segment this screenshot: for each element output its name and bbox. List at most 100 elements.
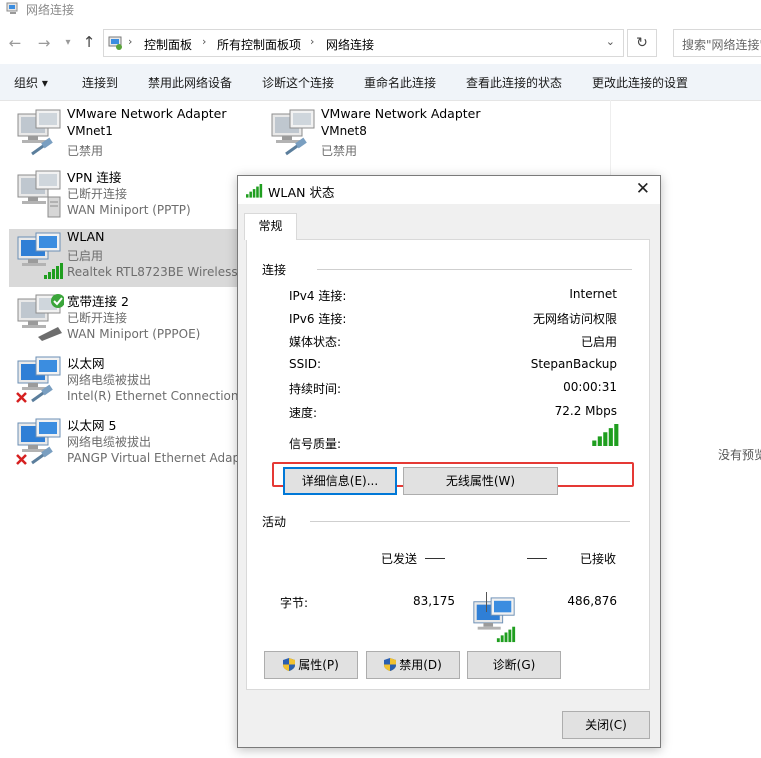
details-button[interactable]: 详细信息(E)... bbox=[283, 467, 397, 495]
duration-label: 持续时间: bbox=[289, 382, 342, 396]
rename-connection-button[interactable]: 重命名此连接 bbox=[364, 74, 436, 91]
bytes-divider bbox=[486, 592, 487, 612]
breadcrumb-network-connections[interactable]: 网络连接 bbox=[326, 36, 374, 53]
connection-status: 已禁用 bbox=[321, 144, 358, 158]
ethernet-adapter-icon bbox=[15, 356, 61, 404]
connection-status: 已启用 bbox=[67, 249, 104, 263]
connection-broadband-2[interactable]: 宽带连接 2 已断开连接 WAN Miniport (PPPOE) bbox=[9, 291, 259, 349]
connection-name: 宽带连接 2 bbox=[67, 294, 129, 309]
connection-ethernet-5[interactable]: 以太网 5 网络电缆被拔出 PANGP Virtual Ethernet Ada… bbox=[9, 415, 259, 473]
close-button[interactable]: 关闭(C) bbox=[562, 711, 650, 739]
connection-ethernet[interactable]: 以太网 网络电缆被拔出 Intel(R) Ethernet Connection… bbox=[9, 353, 259, 411]
disable-device-button[interactable]: 禁用此网络设备 bbox=[148, 74, 232, 91]
connection-name: 以太网 bbox=[67, 356, 105, 371]
connection-wlan[interactable]: WLAN 已启用 Realtek RTL8723BE Wireless bbox=[9, 229, 249, 287]
breadcrumb-separator-icon: › bbox=[128, 35, 133, 48]
uac-shield-icon bbox=[283, 658, 296, 671]
sent-label: 已发送 bbox=[381, 552, 418, 566]
broadband-adapter-icon bbox=[17, 294, 64, 341]
received-dash bbox=[527, 558, 547, 559]
dialog-titlebar[interactable]: WLAN 状态 ✕ bbox=[238, 176, 660, 204]
connection-status: 已禁用 bbox=[67, 144, 104, 158]
connection-name: VPN 连接 bbox=[67, 170, 122, 185]
sent-dash bbox=[425, 558, 445, 559]
uac-shield-icon bbox=[384, 658, 397, 671]
forward-arrow-icon[interactable]: → bbox=[34, 32, 54, 54]
bytes-received-value: 486,876 bbox=[567, 594, 617, 608]
connection-vpn[interactable]: VPN 连接 已断开连接 WAN Miniport (PPTP) bbox=[9, 167, 259, 225]
wlan-adapter-icon bbox=[17, 232, 63, 279]
network-activity-icon bbox=[473, 597, 516, 643]
ipv6-label: IPv6 连接: bbox=[289, 312, 347, 326]
up-arrow-icon[interactable]: ↑ bbox=[79, 31, 99, 53]
media-state-label: 媒体状态: bbox=[289, 335, 342, 349]
close-icon[interactable]: ✕ bbox=[636, 179, 650, 199]
bytes-label: 字节: bbox=[280, 596, 309, 610]
back-arrow-icon[interactable]: ← bbox=[5, 32, 25, 54]
connection-vmnet8[interactable]: VMware Network Adapter VMnet8 已禁用 bbox=[263, 106, 513, 164]
bytes-sent-value: 83,175 bbox=[413, 594, 455, 608]
connect-to-button[interactable]: 连接到 bbox=[82, 74, 118, 91]
connection-name: 以太网 5 bbox=[67, 418, 117, 433]
connection-name: VMware Network Adapter bbox=[67, 106, 227, 121]
signal-strength-icon bbox=[592, 424, 619, 446]
connection-device: WAN Miniport (PPTP) bbox=[67, 203, 191, 217]
ssid-value: StepanBackup bbox=[530, 357, 617, 371]
view-status-button[interactable]: 查看此连接的状态 bbox=[466, 74, 562, 91]
breadcrumb-separator-icon: › bbox=[310, 35, 315, 48]
connection-name-line2: VMnet8 bbox=[321, 124, 367, 138]
ipv4-label: IPv4 连接: bbox=[289, 289, 347, 303]
no-preview-text: 没有预览 bbox=[718, 448, 761, 462]
ipv4-value: Internet bbox=[569, 287, 617, 301]
general-tab-panel: 连接 IPv4 连接: Internet IPv6 连接: 无网络访问权限 媒体… bbox=[246, 239, 650, 690]
organize-menu[interactable]: 组织 ▾ bbox=[14, 74, 48, 91]
refresh-icon[interactable]: ↻ bbox=[627, 29, 657, 57]
connection-section-title: 连接 bbox=[262, 263, 287, 277]
connection-status: 网络电缆被拔出 bbox=[67, 435, 152, 449]
signal-quality-label: 信号质量: bbox=[289, 437, 342, 451]
breadcrumb-control-panel[interactable]: 控制面板 bbox=[144, 36, 192, 53]
ipv6-value: 无网络访问权限 bbox=[532, 312, 617, 326]
connection-device: Realtek RTL8723BE Wireless bbox=[67, 265, 238, 279]
connection-device: WAN Miniport (PPPOE) bbox=[67, 327, 201, 341]
recent-locations-chevron-icon[interactable]: ▾ bbox=[58, 32, 78, 54]
properties-button[interactable]: 属性(P) bbox=[264, 651, 358, 679]
search-input[interactable]: 搜索"网络连接" bbox=[673, 29, 761, 57]
connection-name: VMware Network Adapter bbox=[321, 106, 481, 121]
diagnose-button[interactable]: 诊断(G) bbox=[467, 651, 561, 679]
window-title: 网络连接 bbox=[26, 3, 75, 17]
connection-name: WLAN bbox=[67, 229, 105, 244]
address-dropdown-icon[interactable]: ⌄ bbox=[606, 35, 615, 48]
duration-value: 00:00:31 bbox=[563, 380, 617, 394]
connection-status: 已断开连接 bbox=[67, 187, 128, 201]
network-adapter-icon bbox=[271, 109, 315, 156]
connection-name-line2: VMnet1 bbox=[67, 124, 113, 138]
diagnose-connection-button[interactable]: 诊断这个连接 bbox=[262, 74, 334, 91]
ethernet-adapter-icon bbox=[15, 418, 61, 466]
connection-device: PANGP Virtual Ethernet Adapt bbox=[67, 451, 245, 465]
tab-general[interactable]: 常规 bbox=[244, 213, 297, 240]
dialog-title: WLAN 状态 bbox=[268, 185, 335, 200]
connection-status: 已断开连接 bbox=[67, 311, 128, 325]
properties-button-label: 属性(P) bbox=[298, 658, 339, 672]
section-divider bbox=[317, 269, 632, 270]
change-settings-button[interactable]: 更改此连接的设置 bbox=[592, 74, 688, 91]
vpn-adapter-icon bbox=[17, 170, 61, 218]
command-bar: 组织 ▾ 连接到 禁用此网络设备 诊断这个连接 重命名此连接 查看此连接的状态 … bbox=[0, 64, 761, 101]
wlan-status-dialog: WLAN 状态 ✕ 常规 连接 IPv4 连接: Internet IPv6 连… bbox=[237, 175, 661, 748]
connection-vmnet1[interactable]: VMware Network Adapter VMnet1 已禁用 bbox=[9, 106, 259, 164]
breadcrumb-separator-icon: › bbox=[202, 35, 207, 48]
control-panel-icon bbox=[108, 36, 122, 50]
media-state-value: 已启用 bbox=[580, 335, 617, 349]
disable-button[interactable]: 禁用(D) bbox=[366, 651, 460, 679]
section-divider bbox=[310, 521, 630, 522]
network-adapter-icon bbox=[17, 109, 61, 156]
breadcrumb-all-items[interactable]: 所有控制面板项 bbox=[217, 36, 301, 53]
address-bar[interactable]: › 控制面板 › 所有控制面板项 › 网络连接 ⌄ bbox=[103, 29, 624, 57]
window-titlebar: 网络连接 bbox=[0, 0, 761, 20]
speed-label: 速度: bbox=[289, 406, 318, 420]
wifi-signal-icon bbox=[246, 184, 263, 198]
received-label: 已接收 bbox=[580, 552, 617, 566]
wireless-properties-button[interactable]: 无线属性(W) bbox=[403, 467, 558, 495]
ssid-label: SSID: bbox=[289, 357, 322, 371]
